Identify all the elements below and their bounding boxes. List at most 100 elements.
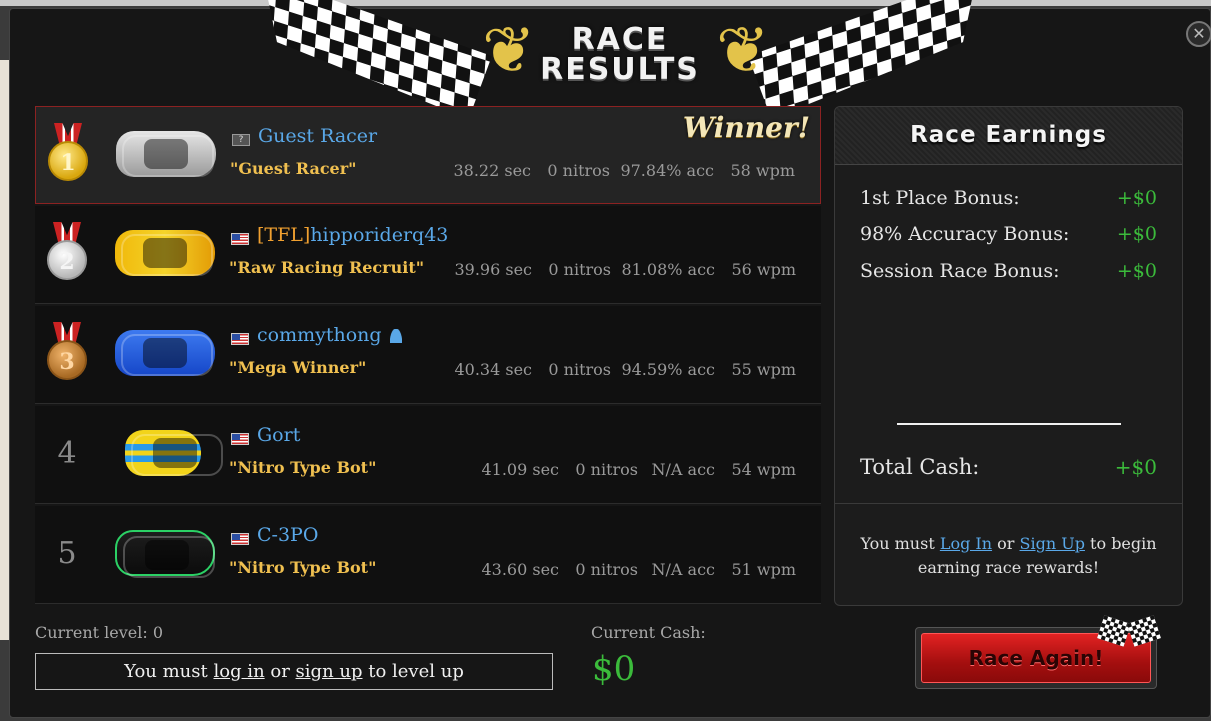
bronze-medal-icon: 3 [47, 322, 87, 384]
race-time: 38.22 sec [453, 161, 531, 180]
results-row: 5 C-3PO "Nitro Type Bot" 43.60 sec 0 nit… [35, 506, 821, 604]
player-title: "Guest Racer" [230, 159, 357, 178]
login-link[interactable]: log in [213, 661, 264, 682]
notice-text: or [264, 661, 296, 682]
bonus-row: Session Race Bonus: +$0 [860, 260, 1157, 282]
wpm: 54 wpm [731, 460, 796, 479]
medal-place: 1 [48, 141, 88, 181]
car-icon [115, 230, 215, 276]
accuracy: 81.08% acc [621, 260, 715, 279]
wpm: 56 wpm [731, 260, 796, 279]
race-time: 41.09 sec [481, 460, 559, 479]
accuracy: 94.59% acc [621, 360, 715, 379]
results-row: 4 Gort "Nitro Type Bot" 41.09 sec 0 nitr… [35, 406, 821, 504]
car-icon [116, 131, 216, 177]
crossed-flags-icon [1096, 615, 1162, 653]
wpm: 51 wpm [731, 560, 796, 579]
race-results-logo: ❦ ❦ RACE RESULTS [260, 9, 980, 99]
player-name-text: Gort [257, 424, 301, 446]
logo-title-line2: RESULTS [540, 52, 700, 87]
current-cash-value: $0 [592, 649, 636, 689]
notice-text: or [992, 534, 1020, 553]
bonus-value: +$0 [1116, 187, 1157, 209]
laurel-right-icon: ❦ [716, 14, 770, 88]
user-badge-icon [389, 329, 402, 343]
accuracy: N/A acc [651, 460, 716, 479]
earnings-header: Race Earnings [835, 107, 1182, 165]
race-again-label: Race Again! [968, 646, 1104, 670]
player-name[interactable]: C-3PO [257, 524, 318, 546]
results-row: 3 commythong "Mega Winner" 40.34 sec 0 n… [35, 306, 821, 404]
player-title: "Raw Racing Recruit" [229, 258, 425, 277]
bonus-value: +$0 [1116, 260, 1157, 282]
us-flag-icon [231, 433, 249, 445]
place-number: 5 [57, 536, 77, 571]
total-cash-value: +$0 [1114, 455, 1157, 479]
results-table: 1 ? Guest Racer "Guest Racer" 38.22 sec … [35, 106, 821, 606]
bonus-label: Session Race Bonus: [860, 260, 1060, 282]
car-icon [115, 530, 215, 578]
player-title: "Nitro Type Bot" [229, 458, 377, 477]
notice-text: You must [124, 661, 214, 682]
wpm: 58 wpm [730, 161, 795, 180]
medal-place: 2 [47, 240, 87, 280]
race-time: 43.60 sec [481, 560, 559, 579]
bonus-label: 1st Place Bonus: [860, 187, 1020, 209]
level-up-notice: You must log in or sign up to level up [35, 653, 553, 690]
bonus-row: 1st Place Bonus: +$0 [860, 187, 1157, 209]
car-icon [115, 330, 215, 376]
results-row: 1 ? Guest Racer "Guest Racer" 38.22 sec … [35, 106, 821, 204]
race-time: 39.96 sec [454, 260, 532, 279]
race-time: 40.34 sec [454, 360, 532, 379]
bonus-label: 98% Accuracy Bonus: [860, 223, 1070, 245]
us-flag-icon [231, 333, 249, 345]
nitros-used: 0 nitros [548, 360, 611, 379]
nitros-used: 0 nitros [548, 260, 611, 279]
team-tag[interactable]: [TFL] [257, 224, 310, 246]
player-name[interactable]: Guest Racer [258, 125, 377, 147]
logo-title-line1: RACE [571, 22, 669, 57]
silver-medal-icon: 2 [47, 222, 87, 284]
us-flag-icon [231, 533, 249, 545]
accuracy: N/A acc [651, 560, 716, 579]
place-number: 4 [57, 436, 77, 471]
player-name[interactable]: Gort [257, 424, 300, 446]
player-name-text: Guest Racer [258, 125, 378, 147]
player-name-text: hipporiderq43 [310, 224, 449, 246]
player-name-text: C-3PO [257, 524, 319, 546]
winner-badge: Winner! [682, 111, 810, 144]
accuracy: 97.84% acc [620, 161, 714, 180]
earnings-title: Race Earnings [910, 122, 1107, 148]
backdrop-top-strip [0, 0, 1211, 6]
signup-link[interactable]: Sign Up [1020, 534, 1085, 553]
medal-place: 3 [47, 340, 87, 380]
race-results-modal: ✕ ❦ ❦ RACE RESULTS 1 ? Guest Racer "Gues… [9, 8, 1211, 718]
nitros-used: 0 nitros [547, 161, 610, 180]
total-cash-label: Total Cash: [860, 455, 980, 479]
race-earnings-panel: Race Earnings 1st Place Bonus: +$0 98% A… [834, 106, 1183, 606]
results-row: 2 [TFL]hipporiderq43 "Raw Racing Recruit… [35, 206, 821, 304]
logo-title: RACE RESULTS [522, 25, 718, 85]
total-cash-row: Total Cash: +$0 [860, 455, 1157, 479]
player-name-text: commythong [257, 324, 382, 346]
current-level: Current level: 0 [35, 623, 163, 642]
notice-text: to level up [362, 661, 464, 682]
player-name[interactable]: commythong [257, 324, 402, 346]
player-name[interactable]: [TFL]hipporiderq43 [257, 224, 448, 246]
earnings-login-notice: You must Log In or Sign Up to begin earn… [835, 503, 1182, 605]
unknown-flag-icon: ? [232, 134, 250, 146]
bonus-value: +$0 [1116, 223, 1157, 245]
notice-text: You must [860, 534, 940, 553]
car-icon [125, 430, 223, 476]
close-icon[interactable]: ✕ [1186, 21, 1211, 47]
signup-link[interactable]: sign up [296, 661, 363, 682]
player-title: "Nitro Type Bot" [229, 558, 377, 577]
earnings-divider [897, 423, 1121, 425]
login-link[interactable]: Log In [940, 534, 992, 553]
bonus-row: 98% Accuracy Bonus: +$0 [860, 223, 1157, 245]
wpm: 55 wpm [731, 360, 796, 379]
nitros-used: 0 nitros [575, 460, 638, 479]
laurel-left-icon: ❦ [482, 14, 536, 88]
current-cash-label: Current Cash: [591, 623, 706, 642]
gold-medal-icon: 1 [48, 123, 88, 185]
